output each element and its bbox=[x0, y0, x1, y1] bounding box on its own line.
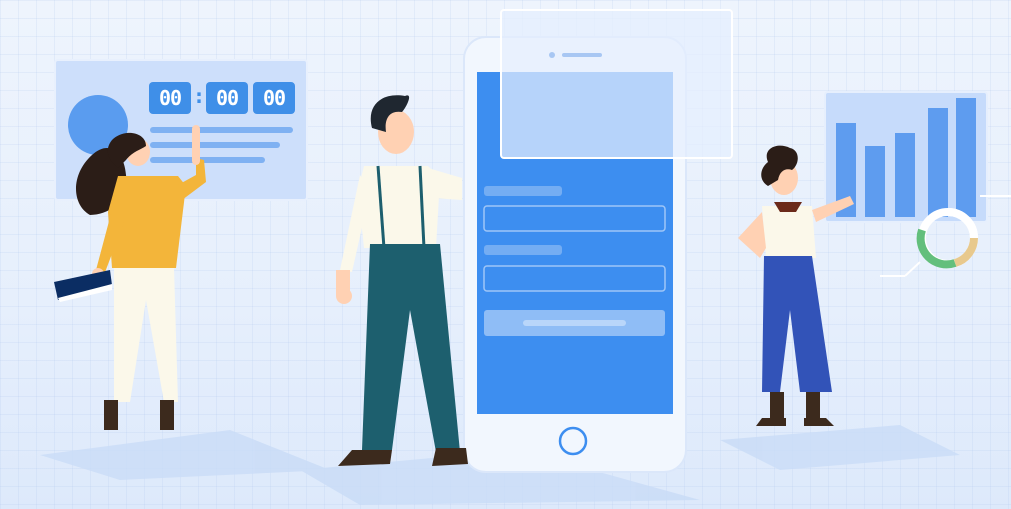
timer-seconds-text: 00 bbox=[253, 82, 295, 114]
timer-seconds: 00 bbox=[253, 82, 295, 114]
timer-hours: 00 bbox=[149, 82, 191, 114]
timer-minutes: 00 bbox=[206, 82, 248, 114]
man-figure bbox=[336, 95, 468, 466]
floating-panel bbox=[500, 9, 733, 159]
timer-colon-1: : bbox=[193, 84, 206, 108]
form-label-2 bbox=[484, 245, 562, 255]
timer-hours-text: 00 bbox=[149, 82, 191, 114]
illustration bbox=[40, 9, 1011, 505]
form-label-1 bbox=[484, 186, 562, 196]
timer-minutes-text: 00 bbox=[206, 82, 248, 114]
